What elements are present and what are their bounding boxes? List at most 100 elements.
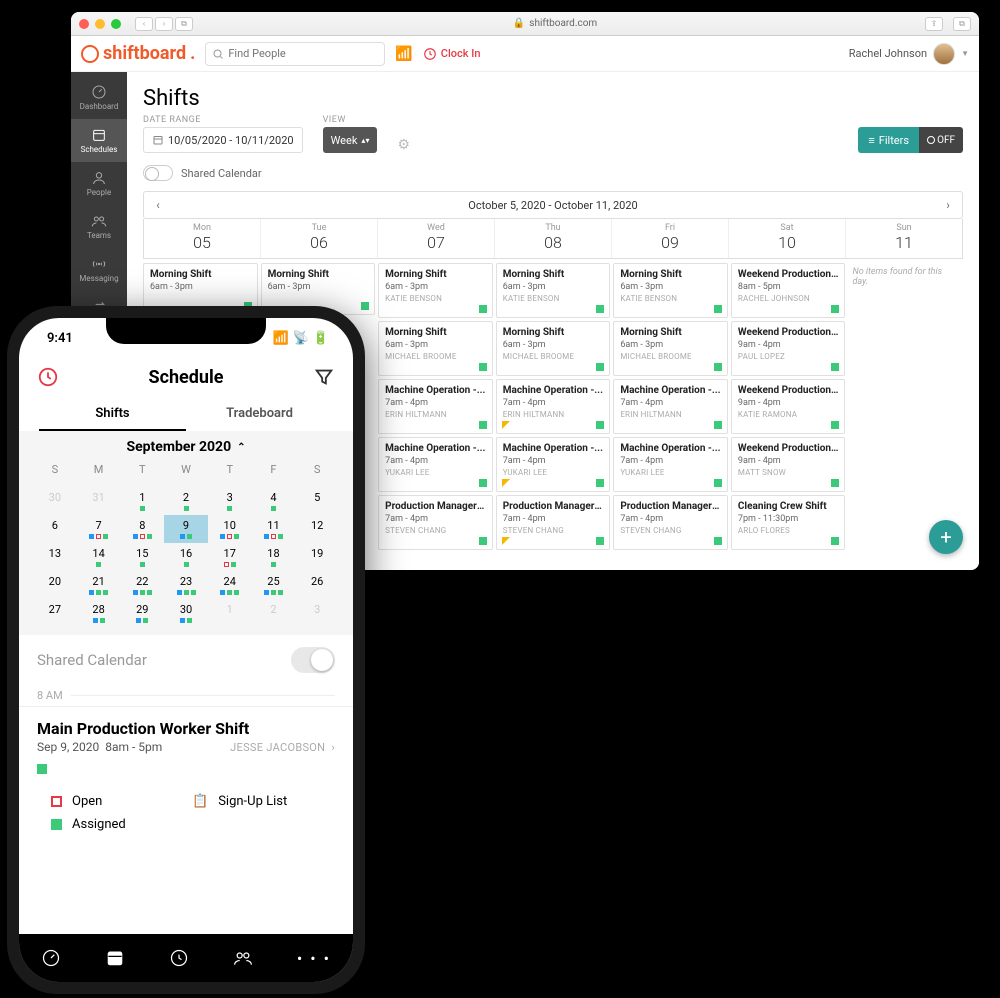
cal-day[interactable]: 18 <box>252 543 296 571</box>
search-input[interactable] <box>205 42 385 66</box>
cal-day[interactable]: 7 <box>77 515 121 543</box>
nav-more-icon[interactable]: • • • <box>297 949 331 968</box>
clock-in-button[interactable]: Clock In <box>423 47 481 61</box>
tab-shifts[interactable]: Shifts <box>39 398 186 431</box>
address-bar[interactable]: 🔒shiftboard.com <box>199 18 911 29</box>
nav-calendar-icon[interactable] <box>105 948 125 968</box>
cal-day[interactable]: 26 <box>295 571 339 599</box>
gear-icon[interactable]: ⚙ <box>397 137 410 153</box>
user-menu[interactable]: Rachel Johnson ▼ <box>849 43 969 65</box>
status-square-icon <box>831 421 839 429</box>
mobile-shared-row: Shared Calendar <box>19 635 353 685</box>
close-icon[interactable] <box>79 19 89 29</box>
shift-card[interactable]: Machine Operation -...7am - 4pmERIN HILT… <box>378 379 493 434</box>
sidebar-item-people[interactable]: People <box>71 162 127 205</box>
tabs-button[interactable]: ⧉ <box>175 17 193 31</box>
tabs-button-2[interactable]: ⧉ <box>953 17 971 31</box>
cal-day[interactable]: 24 <box>208 571 252 599</box>
cal-day[interactable]: 3 <box>295 599 339 627</box>
shift-card[interactable]: Cleaning Crew Shift7pm - 11:30pmARLO FLO… <box>731 495 846 550</box>
nav-dashboard-icon[interactable] <box>41 948 61 968</box>
mobile-shift-card[interactable]: Main Production Worker Shift Sep 9, 2020… <box>19 707 353 786</box>
cal-day[interactable]: 2 <box>164 487 208 515</box>
shift-card[interactable]: Production Manager Shift7am - 4pmSTEVEN … <box>496 495 611 550</box>
shift-card[interactable]: Morning Shift6am - 3pmKATIE BENSON <box>378 263 493 318</box>
cal-day[interactable]: 12 <box>295 515 339 543</box>
cal-day[interactable]: 6 <box>33 515 77 543</box>
cal-day[interactable]: 1 <box>208 599 252 627</box>
date-range-input[interactable]: 10/05/2020 - 10/11/2020 <box>143 127 303 153</box>
cal-day[interactable]: 5 <box>295 487 339 515</box>
cal-day[interactable]: 27 <box>33 599 77 627</box>
shift-card[interactable]: Machine Operation -...7am - 4pmERIN HILT… <box>496 379 611 434</box>
forward-button[interactable]: › <box>155 17 173 31</box>
cal-day[interactable]: 20 <box>33 571 77 599</box>
shift-card[interactable]: Morning Shift6am - 3pmKATIE BENSON <box>613 263 728 318</box>
nav-people-icon[interactable] <box>233 948 253 968</box>
shift-card[interactable]: Morning Shift6am - 3pmKATIE BENSON <box>496 263 611 318</box>
cal-day[interactable]: 3 <box>208 487 252 515</box>
filter-icon[interactable] <box>313 366 335 388</box>
home-indicator[interactable] <box>126 972 246 976</box>
search-field[interactable] <box>228 47 378 60</box>
shift-card[interactable]: Weekend Production...8am - 5pmRACHEL JOH… <box>731 263 846 318</box>
sidebar-item-schedules[interactable]: Schedules <box>71 119 127 162</box>
shift-card[interactable]: Weekend Production...9am - 4pmKATIE RAMO… <box>731 379 846 434</box>
cal-day[interactable]: 22 <box>120 571 164 599</box>
cal-day[interactable]: 30 <box>164 599 208 627</box>
cal-day[interactable]: 9 <box>164 515 208 543</box>
cal-day[interactable]: 1 <box>120 487 164 515</box>
shift-card[interactable]: Machine Operation -...7am - 4pmYUKARI LE… <box>496 437 611 492</box>
cal-day[interactable]: 17 <box>208 543 252 571</box>
shared-calendar-toggle[interactable] <box>143 165 173 181</box>
back-button[interactable]: ‹ <box>135 17 153 31</box>
filters-button[interactable]: ≡ Filters <box>858 127 919 153</box>
shift-card[interactable]: Machine Operation -...7am - 4pmYUKARI LE… <box>613 437 728 492</box>
shift-card[interactable]: Morning Shift6am - 3pmMICHAEL BROOME <box>378 321 493 376</box>
cal-day[interactable]: 15 <box>120 543 164 571</box>
next-week-button[interactable]: › <box>934 198 962 212</box>
cal-day[interactable]: 13 <box>33 543 77 571</box>
cal-day[interactable]: 11 <box>252 515 296 543</box>
month-selector[interactable]: September 2020 ⌃ <box>19 431 353 459</box>
cal-day[interactable]: 23 <box>164 571 208 599</box>
maximize-icon[interactable] <box>111 19 121 29</box>
cal-day[interactable]: 10 <box>208 515 252 543</box>
broadcast-icon[interactable]: 📶 <box>395 46 412 62</box>
add-button[interactable]: + <box>929 520 963 554</box>
cal-day[interactable]: 25 <box>252 571 296 599</box>
sidebar-item-teams[interactable]: Teams <box>71 205 127 248</box>
cal-day[interactable]: 21 <box>77 571 121 599</box>
shift-card[interactable]: Machine Operation -...7am - 4pmYUKARI LE… <box>378 437 493 492</box>
prev-week-button[interactable]: ‹ <box>144 198 172 212</box>
view-select[interactable]: Week ▴▾ <box>323 127 378 153</box>
sidebar-item-messaging[interactable]: Messaging <box>71 248 127 291</box>
cal-day[interactable]: 19 <box>295 543 339 571</box>
mobile-shared-toggle[interactable] <box>291 647 335 673</box>
shift-card[interactable]: Machine Operation -...7am - 4pmERIN HILT… <box>613 379 728 434</box>
cal-day[interactable]: 29 <box>120 599 164 627</box>
nav-clock-icon[interactable] <box>169 948 189 968</box>
cal-day[interactable]: 4 <box>252 487 296 515</box>
cal-day[interactable]: 28 <box>77 599 121 627</box>
cal-day[interactable]: 31 <box>77 487 121 515</box>
tab-tradeboard[interactable]: Tradeboard <box>186 398 333 431</box>
share-button[interactable]: ⇪ <box>925 17 943 31</box>
shift-card[interactable]: Morning Shift6am - 3pmMICHAEL BROOME <box>613 321 728 376</box>
cal-day[interactable]: 2 <box>252 599 296 627</box>
filters-off-button[interactable]: OFF <box>919 127 963 153</box>
cal-day[interactable]: 30 <box>33 487 77 515</box>
cal-day[interactable]: 16 <box>164 543 208 571</box>
window-controls[interactable] <box>79 19 121 29</box>
shift-card[interactable]: Production Manager Shift7am - 4pmSTEVEN … <box>613 495 728 550</box>
shift-card[interactable]: Weekend Production...9am - 4pmPAUL LOPEZ <box>731 321 846 376</box>
sidebar-item-dashboard[interactable]: Dashboard <box>71 76 127 119</box>
clock-in-icon[interactable] <box>37 366 59 388</box>
shift-card[interactable]: Production Manager Shift7am - 4pmSTEVEN … <box>378 495 493 550</box>
shift-card[interactable]: Morning Shift6am - 3pmMICHAEL BROOME <box>496 321 611 376</box>
shift-card[interactable]: Weekend Production...9am - 4pmMATT SNOW <box>731 437 846 492</box>
cal-day[interactable]: 14 <box>77 543 121 571</box>
minimize-icon[interactable] <box>95 19 105 29</box>
logo[interactable]: shiftboard. <box>81 43 195 64</box>
cal-day[interactable]: 8 <box>120 515 164 543</box>
